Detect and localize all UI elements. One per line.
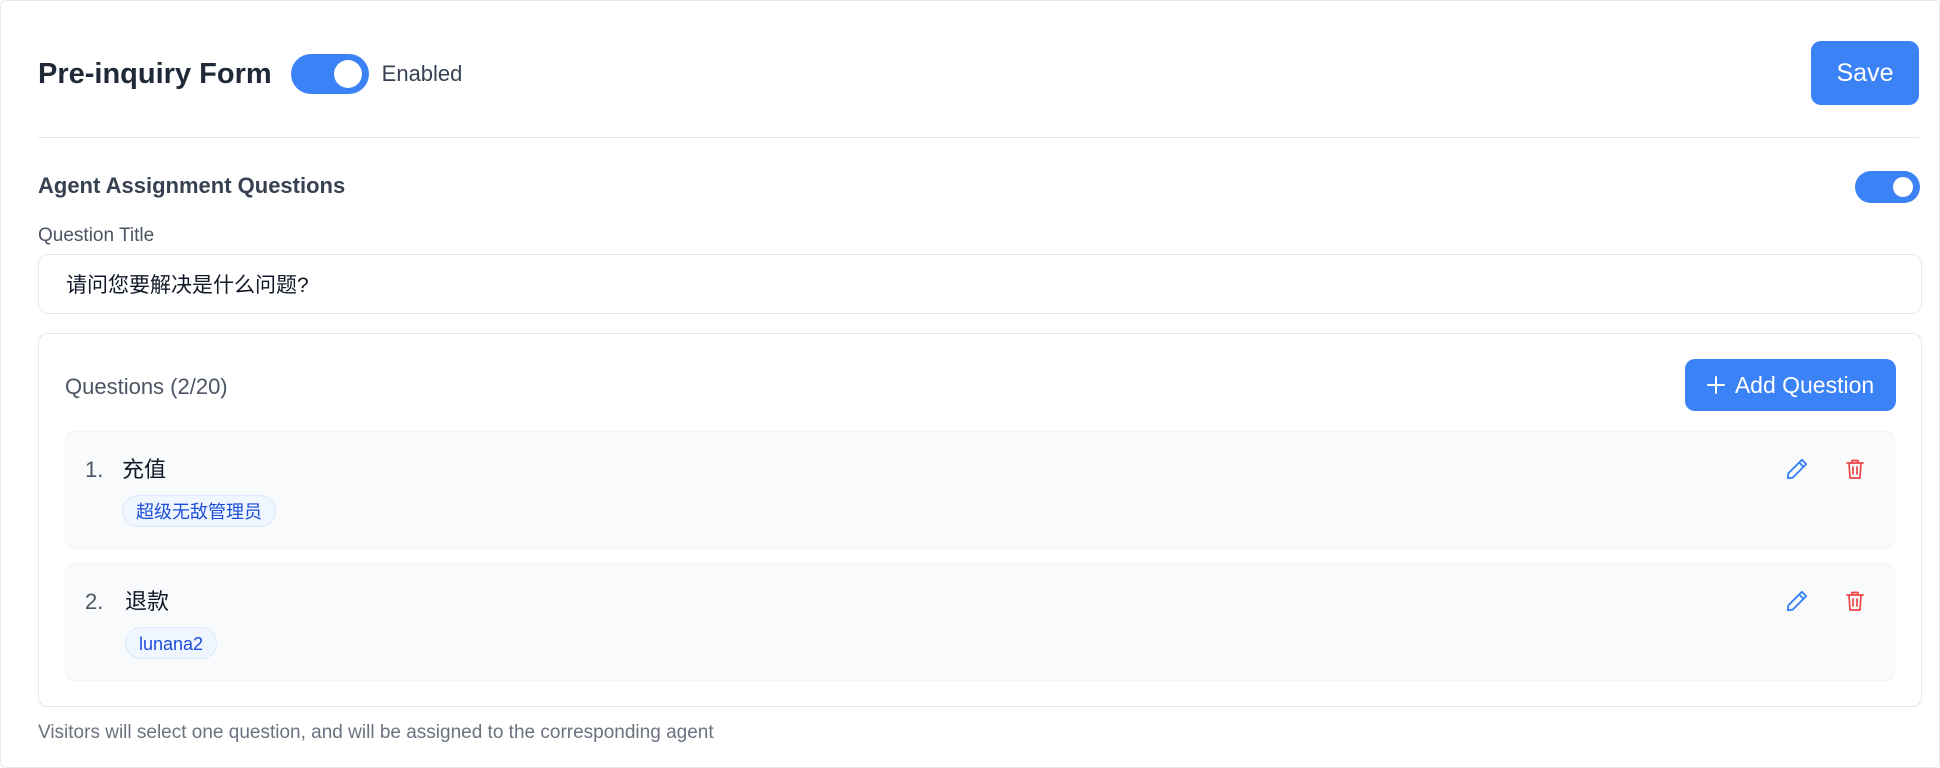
toggle-knob — [1893, 177, 1913, 197]
header-divider — [38, 137, 1919, 138]
question-title-label: Question Title — [38, 225, 155, 246]
form-enabled-label: Enabled — [381, 61, 463, 86]
agent-tag: 超级无敌管理员 — [122, 495, 276, 527]
agent-assignment-toggle[interactable] — [1855, 171, 1920, 203]
questions-panel: Questions (2/20) Add Question 1. 充值 超级无敌… — [38, 333, 1922, 707]
add-question-button[interactable]: Add Question — [1685, 359, 1896, 411]
questions-count: Questions (2/20) — [65, 374, 228, 399]
footer-note: Visitors will select one question, and w… — [38, 722, 714, 743]
question-number: 2. — [85, 589, 104, 614]
pencil-icon[interactable] — [1780, 452, 1814, 486]
question-number: 1. — [85, 457, 104, 482]
question-title-input[interactable] — [38, 254, 1922, 314]
form-header: Pre-inquiry Form Enabled Save — [38, 41, 1919, 107]
toggle-knob — [333, 60, 362, 88]
trash-icon[interactable] — [1838, 452, 1872, 486]
add-question-label: Add Question — [1734, 371, 1875, 398]
section-title: Agent Assignment Questions — [38, 173, 346, 198]
question-item: 1. 充值 超级无敌管理员 — [65, 431, 1895, 549]
pre-inquiry-form-card: Pre-inquiry Form Enabled Save Agent Assi… — [0, 0, 1940, 768]
save-button[interactable]: Save — [1811, 41, 1919, 105]
pencil-icon[interactable] — [1780, 584, 1814, 618]
question-text: 充值 — [122, 457, 167, 482]
form-enabled-toggle[interactable] — [290, 54, 369, 94]
question-text: 退款 — [125, 589, 170, 614]
question-item: 2. 退款 lunana2 — [65, 563, 1895, 681]
agent-tag: lunana2 — [125, 627, 218, 659]
trash-icon[interactable] — [1838, 584, 1872, 618]
plus-icon — [1706, 376, 1725, 394]
page-title: Pre-inquiry Form — [38, 57, 272, 90]
